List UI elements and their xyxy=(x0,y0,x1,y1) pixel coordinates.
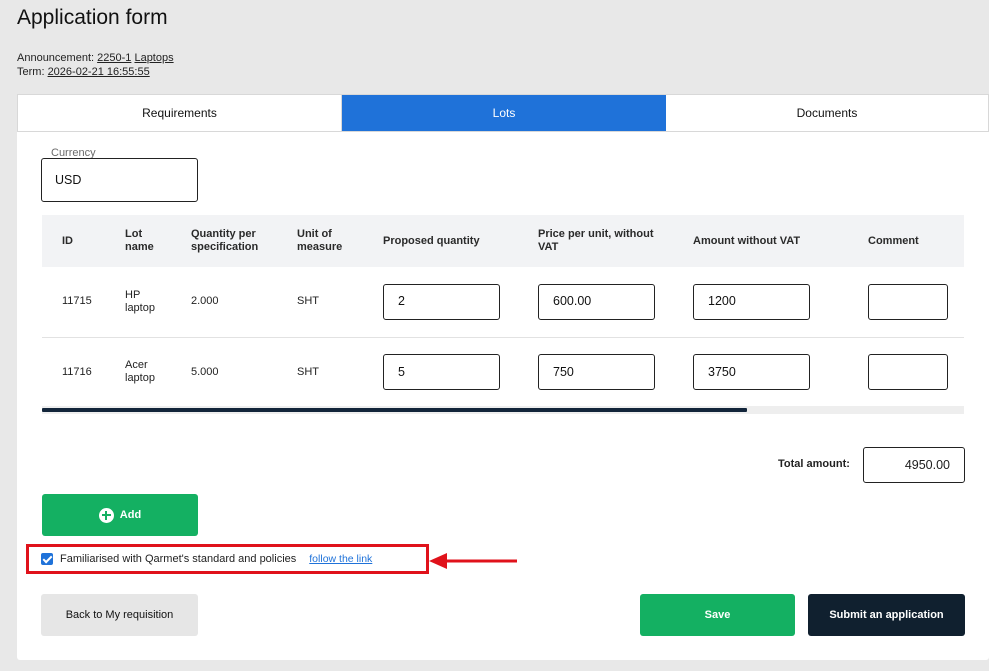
price-per-unit-input[interactable]: 600.00 xyxy=(538,283,655,320)
back-to-requisition-button[interactable]: Back to My requisition xyxy=(41,594,198,636)
consent-highlight-box: Familiarised with Qarmet's standard and … xyxy=(26,544,429,574)
proposed-quantity-input[interactable]: 5 xyxy=(383,354,500,390)
cell-qty-spec: 2.000 xyxy=(191,295,219,308)
consent-checkbox[interactable] xyxy=(41,553,53,565)
save-button[interactable]: Save xyxy=(640,594,795,636)
header-amount: Amount without VAT xyxy=(693,234,801,247)
cell-lot-name: Acer laptop xyxy=(125,359,155,384)
term-label: Term: xyxy=(17,66,45,78)
comment-input[interactable] xyxy=(868,283,948,320)
page-title: Application form xyxy=(17,6,168,29)
table-row: 11716 Acer laptop 5.000 SHT 5 750 3750 xyxy=(42,337,964,407)
scrollbar-thumb[interactable] xyxy=(42,408,747,412)
cell-qty-spec: 5.000 xyxy=(191,365,219,378)
table-horizontal-scrollbar[interactable] xyxy=(42,406,964,414)
annotation-arrow-icon xyxy=(429,553,517,569)
cell-unit: SHT xyxy=(297,295,319,308)
table-row: 11715 HP laptop 2.000 SHT 2 600.00 1200 xyxy=(42,267,964,337)
currency-field[interactable]: USD xyxy=(41,158,198,202)
header-id: ID xyxy=(62,234,73,247)
header-price: Price per unit, without VAT xyxy=(538,228,654,253)
add-button-label: Add xyxy=(119,509,142,521)
proposed-quantity-input[interactable]: 2 xyxy=(383,283,500,320)
total-amount-label: Total amount: xyxy=(778,458,850,470)
table-header-row: ID Lot name Quantity per specification U… xyxy=(42,215,964,267)
announcement-id-link[interactable]: 2250-1 xyxy=(97,52,131,64)
add-button[interactable]: Add xyxy=(42,494,198,536)
header-comment: Comment xyxy=(868,234,919,247)
submit-application-button[interactable]: Submit an application xyxy=(808,594,965,636)
tab-bar: Requirements Lots Documents xyxy=(17,94,989,132)
announcement-name-link[interactable]: Laptops xyxy=(134,52,173,64)
lots-table: ID Lot name Quantity per specification U… xyxy=(42,215,964,408)
cell-unit: SHT xyxy=(297,365,319,378)
comment-input[interactable] xyxy=(868,354,948,390)
tab-requirements[interactable]: Requirements xyxy=(18,95,342,131)
tab-lots[interactable]: Lots xyxy=(342,95,666,131)
term-value: 2026-02-21 16:55:55 xyxy=(47,66,150,78)
application-card: Requirements Lots Documents Currency USD… xyxy=(17,94,989,660)
term-line: Term: 2026-02-21 16:55:55 xyxy=(17,66,150,78)
amount-without-vat-input[interactable]: 3750 xyxy=(693,354,810,390)
lots-table-container: ID Lot name Quantity per specification U… xyxy=(42,215,964,415)
header-proposed-qty: Proposed quantity xyxy=(383,234,480,247)
tab-documents[interactable]: Documents xyxy=(666,95,988,131)
header-unit: Unit of measure xyxy=(297,228,343,253)
policy-link[interactable]: follow the link xyxy=(309,553,372,565)
cell-lot-name: HP laptop xyxy=(125,288,155,314)
price-per-unit-input[interactable]: 750 xyxy=(538,354,655,390)
plus-circle-icon xyxy=(98,507,114,523)
header-lot-name: Lot name xyxy=(125,228,154,253)
consent-text: Familiarised with Qarmet's standard and … xyxy=(60,553,297,565)
announcement-label: Announcement: xyxy=(17,52,95,64)
total-amount-field: 4950.00 xyxy=(863,447,965,483)
header-qty-spec: Quantity per specification xyxy=(191,228,259,253)
cell-id: 11716 xyxy=(62,365,92,378)
cell-id: 11715 xyxy=(62,295,92,308)
amount-without-vat-input[interactable]: 1200 xyxy=(693,283,810,320)
announcement-line: Announcement: 2250-1 Laptops xyxy=(17,52,174,64)
